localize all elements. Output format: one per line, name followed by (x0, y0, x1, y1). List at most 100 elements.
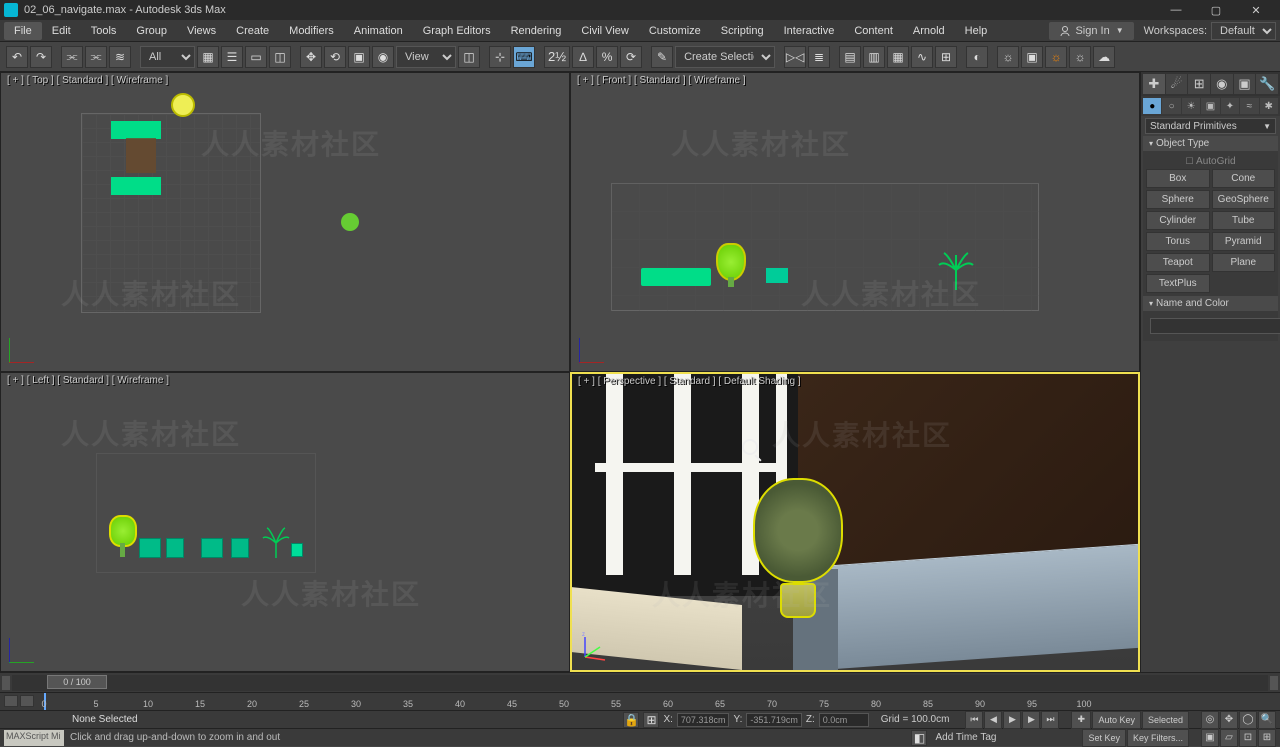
selection-filter-dropdown[interactable]: All (140, 46, 195, 68)
nav-walk-button[interactable]: ⊡ (1239, 729, 1257, 747)
maximize-button[interactable]: ▢ (1196, 0, 1236, 20)
mirror-button[interactable]: ▷◁ (784, 46, 806, 68)
menu-create[interactable]: Create (226, 22, 279, 40)
rendered-frame-button[interactable]: ▣ (1021, 46, 1043, 68)
signin-button[interactable]: Sign In ▼ (1049, 22, 1133, 40)
object-palm[interactable] (261, 523, 291, 561)
category-dropdown[interactable]: Standard Primitives▼ (1145, 118, 1276, 134)
render-cloud-button[interactable]: ☁ (1093, 46, 1115, 68)
named-selection-dropdown[interactable]: Create Selection Se (675, 46, 775, 68)
toggle-scene-explorer[interactable]: ▥ (863, 46, 885, 68)
select-scale-button[interactable]: ▣ (348, 46, 370, 68)
menu-views[interactable]: Views (177, 22, 226, 40)
geometry-subtab[interactable]: ● (1143, 98, 1161, 114)
render-setup-button[interactable]: ☼ (997, 46, 1019, 68)
close-button[interactable]: ✕ (1236, 0, 1276, 20)
time-slider[interactable]: 0 / 100 (0, 672, 1280, 692)
object-sphere[interactable] (341, 213, 359, 231)
menu-edit[interactable]: Edit (42, 22, 81, 40)
object-box[interactable] (111, 177, 161, 195)
minimize-button[interactable]: — (1156, 0, 1196, 20)
object-furn[interactable] (231, 538, 249, 558)
adaptive-degrade-toggle[interactable]: ◧ (911, 730, 927, 746)
rollout-name-color[interactable]: Name and Color (1143, 296, 1278, 311)
redo-button[interactable]: ↷ (30, 46, 52, 68)
slider-right-arrow[interactable] (1270, 676, 1278, 690)
edit-selection-set-button[interactable]: ✎ (651, 46, 673, 68)
menu-grapheditors[interactable]: Graph Editors (413, 22, 501, 40)
viewport-left-label[interactable]: [ + ] [ Left ] [ Standard ] [ Wireframe … (7, 375, 169, 386)
keyboard-shortcut-toggle[interactable]: ⌨ (513, 46, 535, 68)
shapes-subtab[interactable]: ○ (1162, 98, 1180, 114)
time-tag[interactable]: Add Time Tag (935, 732, 996, 743)
create-textplus-button[interactable]: TextPlus (1146, 274, 1210, 293)
autogrid-checkbox[interactable]: ☐ AutoGrid (1146, 154, 1275, 169)
menu-arnold[interactable]: Arnold (903, 22, 955, 40)
slider-left-arrow[interactable] (2, 676, 10, 690)
toggle-layer-explorer[interactable]: ▤ (839, 46, 861, 68)
create-sphere-button[interactable]: Sphere (1146, 190, 1210, 209)
create-geosphere-button[interactable]: GeoSphere (1212, 190, 1276, 209)
ref-coord-dropdown[interactable]: View (396, 46, 456, 68)
maxscript-listener[interactable]: MAXScript Mi (4, 730, 64, 746)
menu-modifiers[interactable]: Modifiers (279, 22, 344, 40)
menu-file[interactable]: File (4, 22, 42, 40)
create-tab[interactable]: ✚ (1143, 74, 1165, 94)
rollout-object-type[interactable]: Object Type (1143, 136, 1278, 151)
selected-object[interactable] (171, 93, 195, 117)
create-box-button[interactable]: Box (1146, 169, 1210, 188)
bind-button[interactable]: ≋ (109, 46, 131, 68)
schematic-view-button[interactable]: ⊞ (935, 46, 957, 68)
spinner-snap-toggle[interactable]: ⟳ (620, 46, 642, 68)
render-iterate-button[interactable]: ☼ (1069, 46, 1091, 68)
time-ruler[interactable]: 0 5 10 15 20 25 30 35 40 45 50 55 60 65 … (0, 692, 1280, 710)
snap-toggle[interactable]: 2½ (544, 46, 570, 68)
selected-plant[interactable] (753, 478, 843, 618)
nav-fov-button[interactable]: ▱ (1220, 729, 1238, 747)
utilities-tab[interactable]: 🔧 (1256, 74, 1278, 94)
object-furn[interactable] (291, 543, 303, 557)
object-name-input[interactable] (1150, 318, 1280, 334)
nav-maximize-viewport[interactable]: ⊞ (1258, 729, 1276, 747)
key-mode-button[interactable] (20, 695, 34, 707)
create-torus-button[interactable]: Torus (1146, 232, 1210, 251)
keyfilters-button[interactable]: Key Filters... (1127, 729, 1189, 747)
helpers-subtab[interactable]: ✦ (1221, 98, 1239, 114)
render-production-button[interactable]: ☼ (1045, 46, 1067, 68)
angle-snap-toggle[interactable]: ∆ (572, 46, 594, 68)
workspace-dropdown[interactable]: Default (1211, 22, 1276, 40)
create-tube-button[interactable]: Tube (1212, 211, 1276, 230)
use-pivot-button[interactable]: ◫ (458, 46, 480, 68)
object-cabinet[interactable] (821, 543, 1140, 670)
create-cone-button[interactable]: Cone (1212, 169, 1276, 188)
create-pyramid-button[interactable]: Pyramid (1212, 232, 1276, 251)
lights-subtab[interactable]: ☀ (1182, 98, 1200, 114)
window-crossing-button[interactable]: ◫ (269, 46, 291, 68)
menu-content[interactable]: Content (844, 22, 903, 40)
select-manipulate-button[interactable]: ⊹ (489, 46, 511, 68)
object-palm[interactable] (936, 245, 976, 293)
create-teapot-button[interactable]: Teapot (1146, 253, 1210, 272)
object-box[interactable] (111, 121, 161, 139)
modify-tab[interactable]: ☄ (1166, 74, 1188, 94)
cameras-subtab[interactable]: ▣ (1201, 98, 1219, 114)
viewport-front-label[interactable]: [ + ] [ Front ] [ Standard ] [ Wireframe… (577, 75, 746, 86)
object-misc[interactable] (126, 138, 156, 173)
unlink-button[interactable]: ⫘ (85, 46, 107, 68)
select-rotate-button[interactable]: ⟲ (324, 46, 346, 68)
create-plane-button[interactable]: Plane (1212, 253, 1276, 272)
material-editor-button[interactable]: ◐ (966, 46, 988, 68)
object-cabinet[interactable] (766, 268, 788, 283)
select-move-button[interactable]: ✥ (300, 46, 322, 68)
object-furn[interactable] (201, 538, 223, 558)
object-sofa[interactable] (641, 268, 711, 286)
align-button[interactable]: ≣ (808, 46, 830, 68)
selected-tree[interactable] (716, 243, 746, 281)
systems-subtab[interactable]: ✱ (1260, 98, 1278, 114)
link-button[interactable]: ⫘ (61, 46, 83, 68)
motion-tab[interactable]: ◉ (1211, 74, 1233, 94)
menu-rendering[interactable]: Rendering (501, 22, 572, 40)
menu-animation[interactable]: Animation (344, 22, 413, 40)
spacewarps-subtab[interactable]: ≈ (1240, 98, 1258, 114)
time-slider-thumb[interactable]: 0 / 100 (47, 675, 107, 689)
